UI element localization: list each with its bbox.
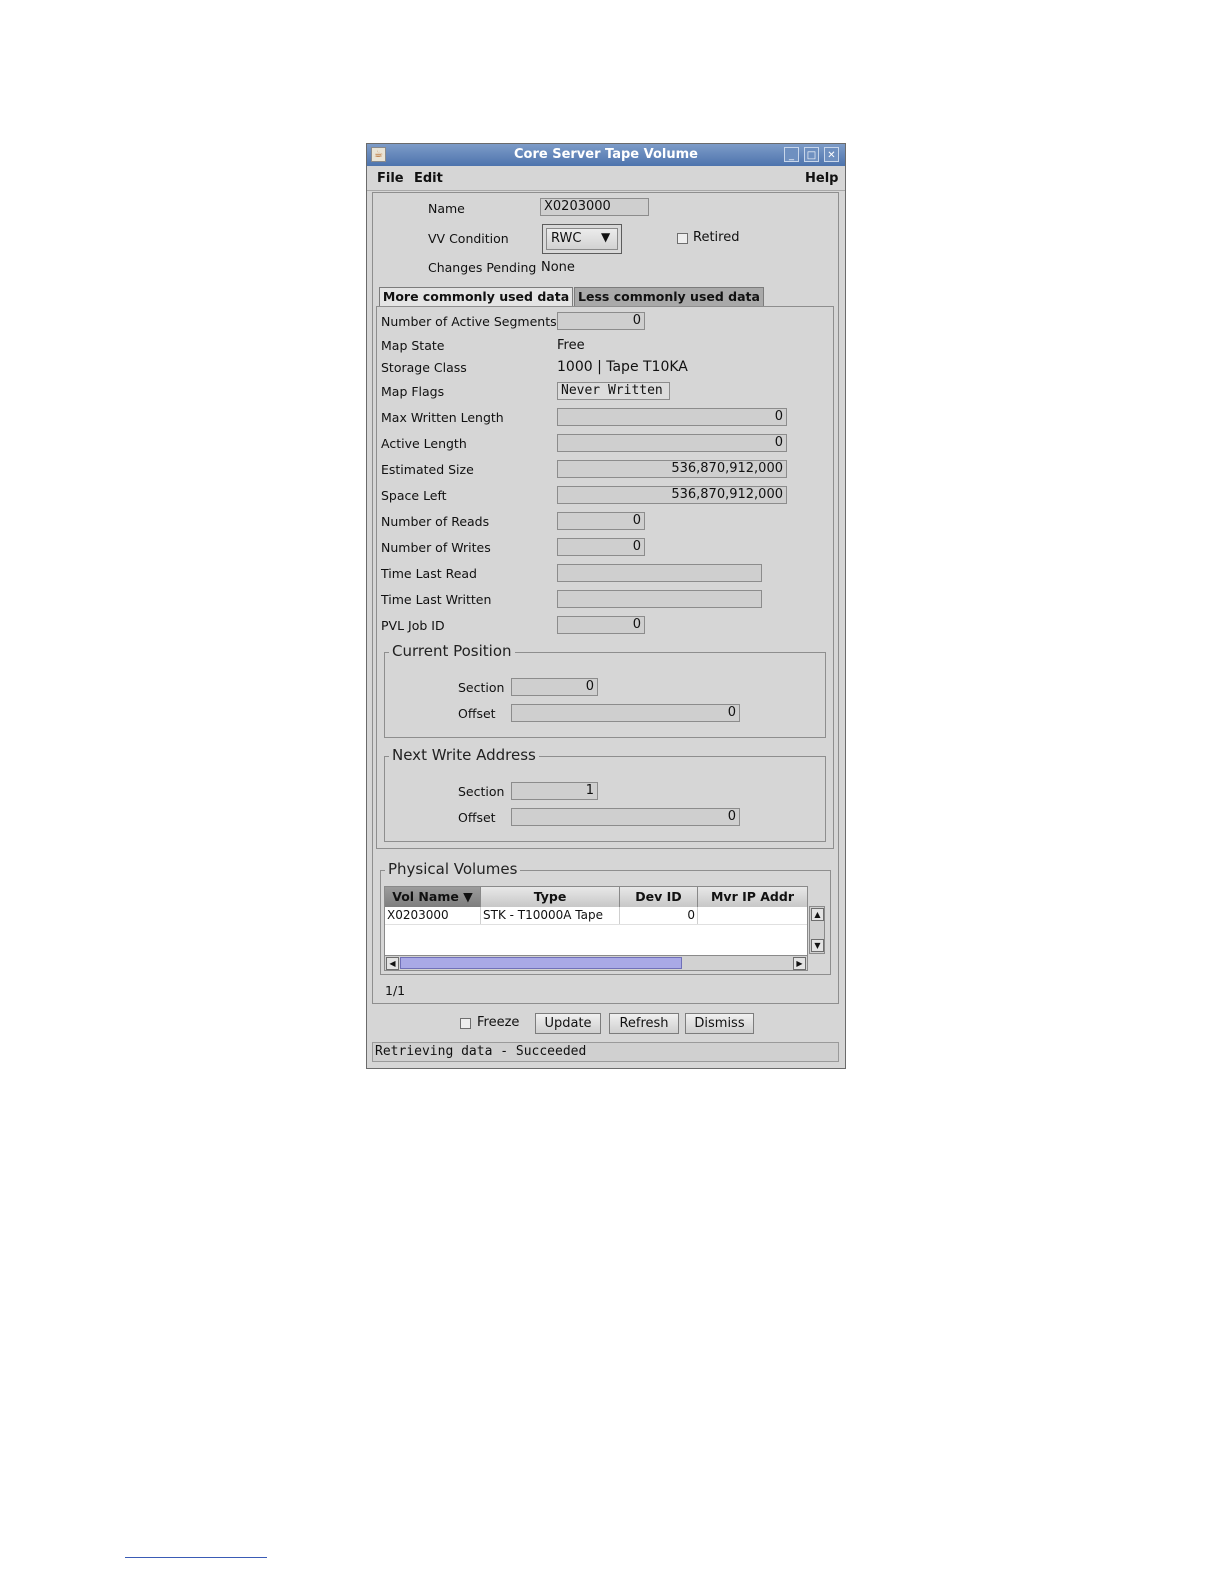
next-write-offset-field[interactable]: 0 [511,808,740,826]
name-label: Name [428,201,465,216]
vv-condition-label: VV Condition [428,231,509,246]
time-last-read-field[interactable] [557,564,762,582]
next-write-address-group [384,756,826,842]
cell-dev-id: 0 [620,907,698,924]
column-header-type[interactable]: Type [481,887,620,907]
maximize-icon[interactable]: □ [804,147,819,162]
current-position-group [384,652,826,738]
update-button[interactable]: Update [535,1013,601,1034]
tab-more-commonly-used-data[interactable]: More commonly used data [379,287,573,307]
tab-less-commonly-used-data[interactable]: Less commonly used data [574,287,764,306]
current-position-section-field[interactable]: 0 [511,678,598,696]
changes-pending-label: Changes Pending [428,260,537,275]
number-of-reads-field[interactable]: 0 [557,512,645,530]
number-of-writes-label: Number of Writes [381,540,491,555]
title-bar[interactable]: ☕ Core Server Tape Volume _ □ ✕ [367,144,845,166]
horizontal-scrollbar[interactable]: ◀ ▶ [384,955,808,971]
number-of-writes-field[interactable]: 0 [557,538,645,556]
footnote-rule [125,1557,267,1558]
pvl-job-id-label: PVL Job ID [381,618,445,633]
vertical-scrollbar[interactable]: ▲ ▼ [809,906,825,954]
column-header-vol-name[interactable]: Vol Name ▼ [385,887,481,907]
retired-checkbox[interactable] [677,233,688,244]
physical-volumes-title: Physical Volumes [385,860,521,878]
close-icon[interactable]: ✕ [824,147,839,162]
column-header-mvr-ip-addr[interactable]: Mvr IP Addr [698,887,807,907]
record-count: 1/1 [385,983,406,998]
current-position-section-label: Section [458,680,505,695]
horizontal-scroll-thumb[interactable] [400,957,682,969]
space-left-label: Space Left [381,488,447,503]
vv-condition-combo[interactable]: RWC ▼ [546,228,618,250]
menu-file[interactable]: File [377,171,404,186]
vv-condition-value: RWC [551,231,582,246]
name-field[interactable]: X0203000 [540,198,649,216]
chevron-down-icon: ▼ [601,230,611,244]
active-length-label: Active Length [381,436,467,451]
dismiss-button[interactable]: Dismiss [685,1013,754,1034]
next-write-section-label: Section [458,784,505,799]
time-last-written-label: Time Last Written [381,592,492,607]
active-length-field[interactable]: 0 [557,434,787,452]
estimated-size-field[interactable]: 536,870,912,000 [557,460,787,478]
scroll-down-icon[interactable]: ▼ [811,939,824,952]
estimated-size-label: Estimated Size [381,462,474,477]
map-state-label: Map State [381,338,445,353]
next-write-address-title: Next Write Address [389,746,539,764]
window-title: Core Server Tape Volume [513,147,698,162]
next-write-offset-label: Offset [458,810,496,825]
status-bar: Retrieving data - Succeeded [372,1042,839,1062]
map-state-value: Free [557,338,585,353]
minimize-icon[interactable]: _ [784,147,799,162]
table-header: Vol Name ▼ Type Dev ID Mvr IP Addr [385,887,807,907]
retired-label: Retired [693,230,740,245]
number-of-reads-label: Number of Reads [381,514,490,529]
storage-class-label: Storage Class [381,360,467,375]
current-position-title: Current Position [389,642,515,660]
column-header-dev-id[interactable]: Dev ID [620,887,698,907]
cell-type: STK - T10000A Tape [481,907,620,924]
core-server-tape-volume-window: ☕ Core Server Tape Volume _ □ ✕ File Edi… [366,143,846,1069]
menu-bar: File Edit Help [367,166,845,191]
storage-class-value: 1000 | Tape T10KA [557,359,688,375]
freeze-label: Freeze [477,1015,520,1030]
cell-vol-name: X0203000 [385,907,481,924]
active-segments-field[interactable]: 0 [557,312,645,330]
table-row[interactable]: X0203000 STK - T10000A Tape 0 [385,907,807,925]
time-last-read-label: Time Last Read [381,566,477,581]
cell-mvr-ip-addr [698,907,807,924]
changes-pending-value: None [541,260,575,275]
space-left-field[interactable]: 536,870,912,000 [557,486,787,504]
map-flags-label: Map Flags [381,384,445,399]
vv-condition-dropdown[interactable]: RWC ▼ [542,224,622,254]
current-position-offset-label: Offset [458,706,496,721]
freeze-checkbox[interactable] [460,1018,471,1029]
pvl-job-id-field[interactable]: 0 [557,616,645,634]
refresh-button[interactable]: Refresh [609,1013,679,1034]
map-flags-field[interactable]: Never Written [557,382,670,400]
next-write-section-field[interactable]: 1 [511,782,598,800]
physical-volumes-table: Vol Name ▼ Type Dev ID Mvr IP Addr X0203… [384,886,808,957]
scroll-left-icon[interactable]: ◀ [386,957,399,970]
active-segments-label: Number of Active Segments [381,314,557,329]
menu-help[interactable]: Help [805,171,838,186]
max-written-length-label: Max Written Length [381,410,504,425]
time-last-written-field[interactable] [557,590,762,608]
max-written-length-field[interactable]: 0 [557,408,787,426]
scroll-right-icon[interactable]: ▶ [793,957,806,970]
scroll-up-icon[interactable]: ▲ [811,908,824,921]
menu-edit[interactable]: Edit [414,171,443,186]
current-position-offset-field[interactable]: 0 [511,704,740,722]
